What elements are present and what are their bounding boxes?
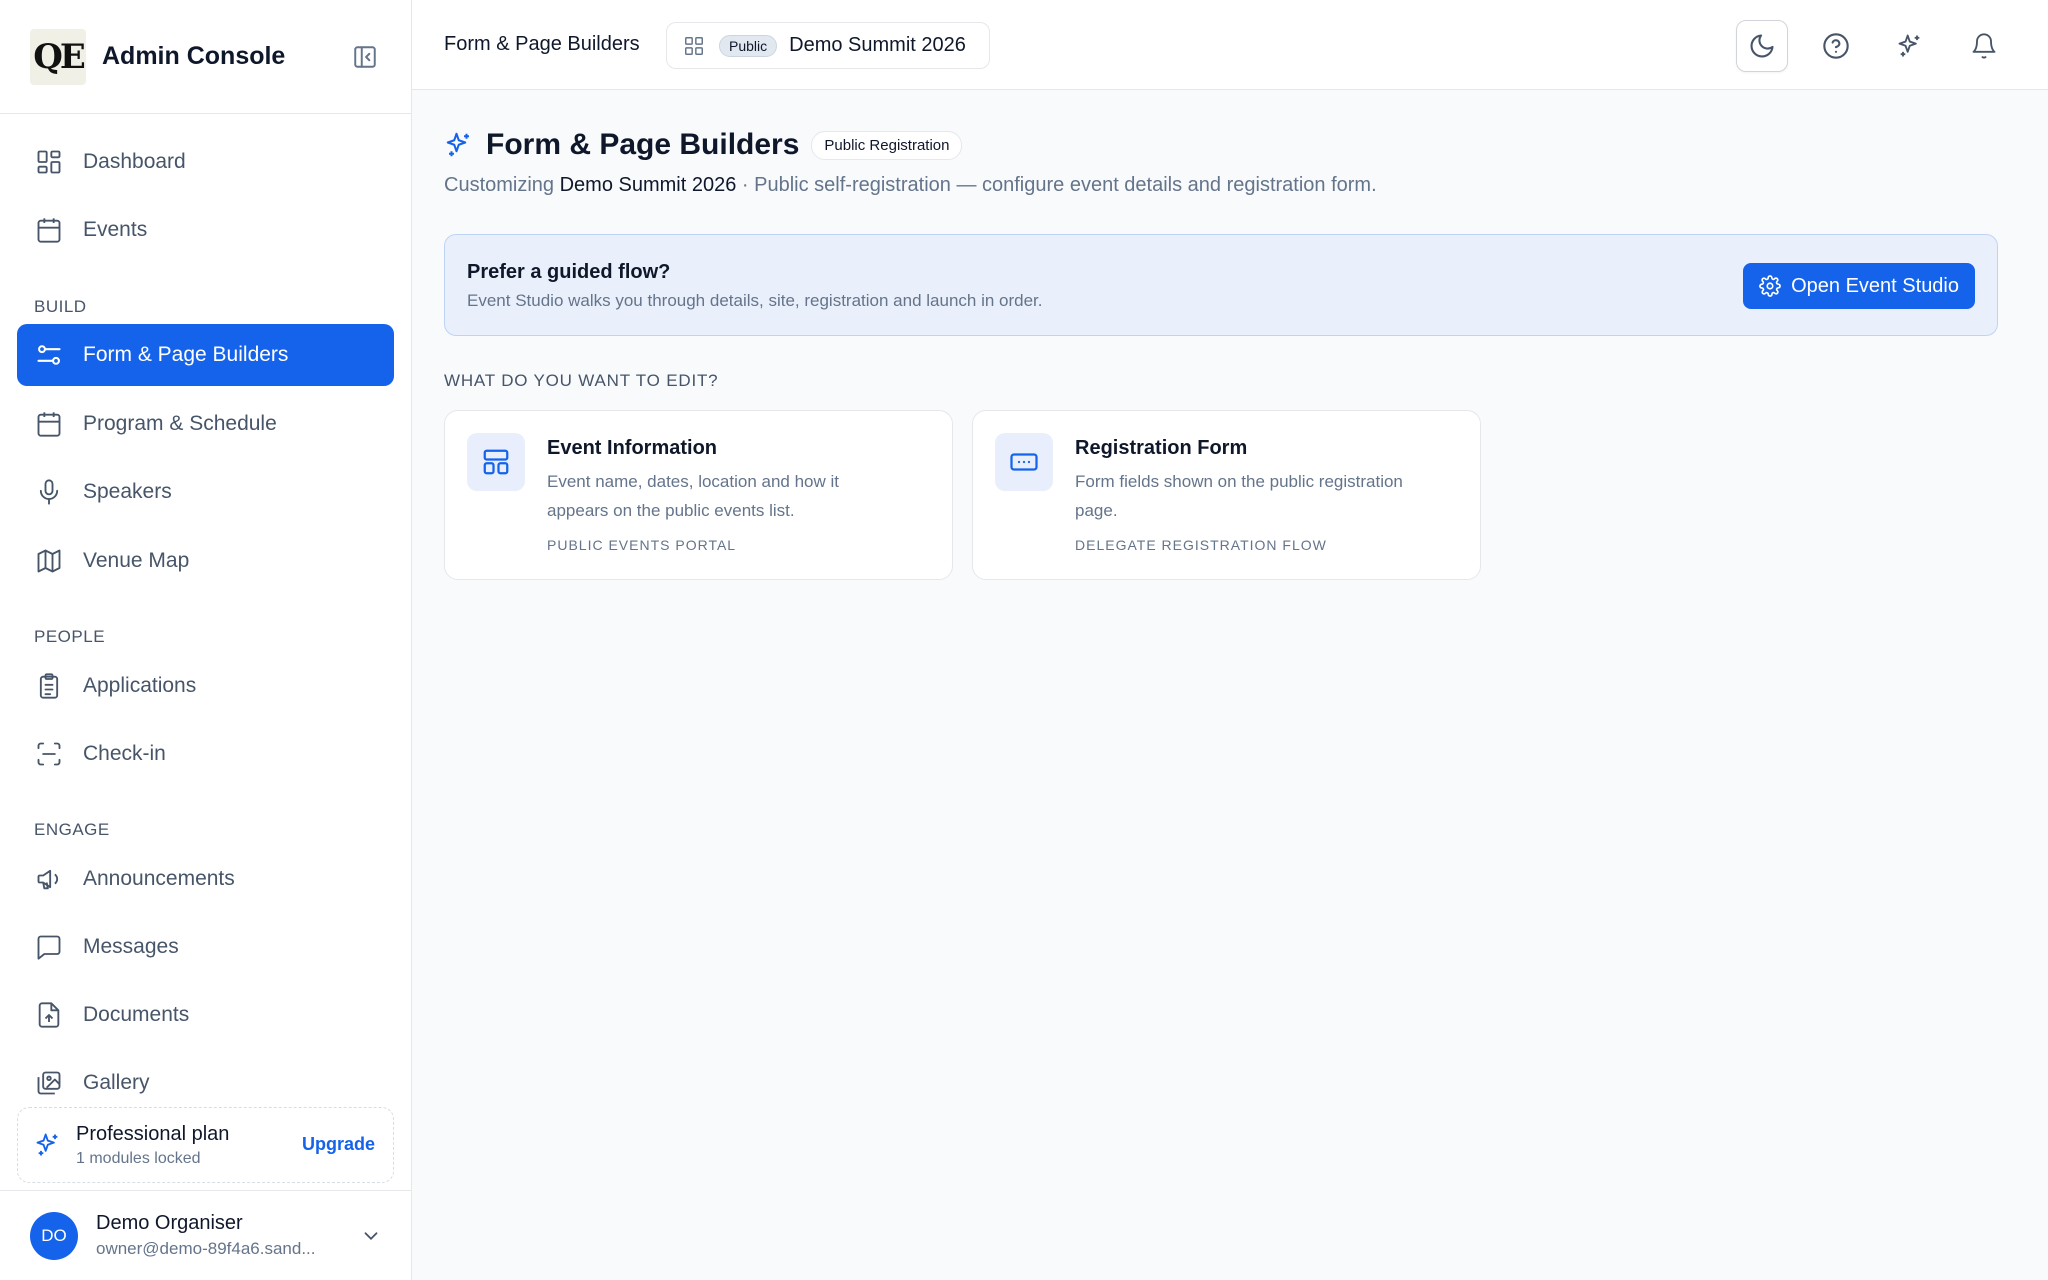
sidebar-item-label: Events — [83, 218, 148, 241]
sidebar-item-speakers[interactable]: Speakers — [17, 461, 394, 523]
sidebar-item-events[interactable]: Events — [17, 199, 394, 261]
sparkles-icon — [446, 132, 469, 157]
clipboard-icon — [39, 673, 59, 699]
sidebar-item-label: Applications — [83, 674, 197, 697]
status-badge: Public Registration — [811, 130, 963, 160]
sidebar-item-label: Form & Page Builders — [83, 343, 289, 366]
user-name: Demo Organiser — [96, 1212, 243, 1234]
plan-title: Professional plan — [76, 1122, 230, 1145]
sidebar-item-dashboard[interactable]: Dashboard — [17, 131, 394, 193]
page-header: Form & Page Builders Public Registration — [444, 128, 963, 162]
registration-form-card[interactable]: Registration Form Form fields shown on t… — [972, 410, 1481, 580]
sidebar-item-label: Speakers — [83, 480, 172, 503]
sidebar-item-form-page-builders[interactable]: Form & Page Builders — [17, 324, 394, 386]
help-button[interactable] — [1810, 20, 1862, 72]
upgrade-link[interactable]: Upgrade — [302, 1134, 375, 1155]
sidebar-item-label: Dashboard — [83, 150, 186, 173]
ai-assistant-button[interactable] — [1884, 20, 1936, 72]
scan-icon — [37, 742, 61, 766]
grid-icon — [685, 36, 703, 55]
card-title: Event Information — [547, 437, 718, 459]
sidebar-item-label: Announcements — [83, 867, 235, 890]
bell-icon — [1972, 33, 1996, 59]
brand-header: QE Admin Console — [0, 0, 411, 114]
brand-title: Admin Console — [102, 42, 286, 70]
gear-icon — [1759, 275, 1781, 297]
moon-icon — [1750, 34, 1774, 58]
breadcrumb[interactable]: Form & Page Builders — [444, 33, 640, 56]
card-tag: DELEGATE REGISTRATION FLOW — [1075, 537, 1327, 553]
page-title: Form & Page Builders — [486, 128, 800, 161]
user-menu[interactable]: DO Demo Organiser owner@demo-89f4a6.sand… — [0, 1190, 412, 1280]
event-name: Demo Summit 2026 — [789, 34, 966, 56]
main-content: Form & Page Builders Public Registration… — [412, 90, 2048, 1280]
map-icon — [37, 549, 61, 573]
sidebar-item-check-in[interactable]: Check-in — [17, 723, 394, 785]
plan-text: Professional plan 1 modules locked — [76, 1123, 229, 1168]
form-input-icon — [1010, 453, 1038, 471]
grid-icon — [37, 150, 61, 174]
event-selector[interactable]: Public Demo Summit 2026 — [666, 22, 990, 69]
sidebar-item-label: Gallery — [83, 1071, 150, 1094]
layout-icon — [483, 449, 509, 475]
sidebar-item-applications[interactable]: Applications — [17, 655, 394, 717]
sidebar-item-messages[interactable]: Messages — [17, 916, 394, 978]
file-icon — [38, 1002, 60, 1028]
sparkles-icon — [1898, 34, 1920, 57]
card-title: Registration Form — [1075, 437, 1248, 459]
guided-flow-banner: Prefer a guided flow? Event Studio walks… — [444, 234, 1998, 336]
banner-subtitle: Event Studio walks you through details, … — [467, 291, 1043, 310]
images-icon — [37, 1071, 61, 1095]
sidebar-item-venue-map[interactable]: Venue Map — [17, 530, 394, 592]
sparkles-icon — [36, 1133, 58, 1156]
sidebar-item-label: Documents — [83, 1003, 190, 1026]
open-event-studio-button[interactable]: Open Event Studio — [1743, 263, 1975, 309]
nav-section-engage: ENGAGE — [34, 820, 110, 839]
sidebar: QE Admin Console Dashboard Events BUILD … — [0, 0, 412, 1280]
page-subtitle: Customizing Demo Summit 2026 · Public se… — [444, 174, 1377, 197]
sidebar-collapse-icon[interactable] — [352, 44, 378, 70]
sidebar-item-label: Program & Schedule — [83, 412, 277, 435]
sidebar-item-label: Check-in — [83, 742, 166, 765]
sidebar-item-program-schedule[interactable]: Program & Schedule — [17, 393, 394, 455]
banner-title: Prefer a guided flow? — [467, 261, 671, 283]
subtitle-prefix: Customizing — [444, 174, 560, 196]
sliders-icon — [37, 345, 61, 365]
subtitle-event-name: Demo Summit 2026 — [559, 174, 737, 196]
calendar-icon — [37, 218, 61, 243]
sidebar-item-label: Messages — [83, 935, 179, 958]
subtitle-suffix: · Public self-registration — configure e… — [736, 174, 1377, 196]
plan-card: Professional plan 1 modules locked Upgra… — [17, 1107, 394, 1183]
brand-logo: QE — [30, 28, 86, 85]
user-info: Demo Organiser owner@demo-89f4a6.sand... — [96, 1212, 316, 1259]
sidebar-item-label: Venue Map — [83, 549, 190, 572]
sidebar-item-gallery[interactable]: Gallery — [17, 1052, 394, 1114]
calendar-icon — [37, 412, 61, 437]
user-email: owner@demo-89f4a6.sand... — [96, 1239, 316, 1258]
event-information-card[interactable]: Event Information Event name, dates, loc… — [444, 410, 953, 580]
card-description: Event name, dates, location and how it a… — [547, 472, 840, 520]
theme-toggle-button[interactable] — [1736, 20, 1788, 72]
card-tag: PUBLIC EVENTS PORTAL — [547, 537, 737, 553]
button-label: Open Event Studio — [1791, 274, 1959, 297]
help-icon — [1823, 33, 1849, 59]
sidebar-item-documents[interactable]: Documents — [17, 984, 394, 1046]
card-icon-box — [995, 433, 1053, 491]
mic-icon — [39, 479, 59, 505]
chevron-down-icon[interactable] — [360, 1225, 382, 1247]
status-badge: Public — [719, 34, 778, 57]
card-icon-box — [467, 433, 525, 491]
megaphone-icon — [37, 869, 59, 890]
nav-section-people: PEOPLE — [34, 627, 106, 646]
section-heading: WHAT DO YOU WANT TO EDIT? — [444, 371, 719, 390]
sidebar-item-announcements[interactable]: Announcements — [17, 848, 394, 910]
top-bar: Form & Page Builders Public Demo Summit … — [412, 0, 2048, 90]
message-icon — [37, 935, 61, 960]
avatar: DO — [30, 1211, 78, 1260]
nav-section-build: BUILD — [34, 297, 87, 316]
plan-subtitle: 1 modules locked — [76, 1149, 201, 1167]
card-description: Form fields shown on the public registra… — [1075, 472, 1403, 520]
notifications-button[interactable] — [1958, 20, 2010, 72]
